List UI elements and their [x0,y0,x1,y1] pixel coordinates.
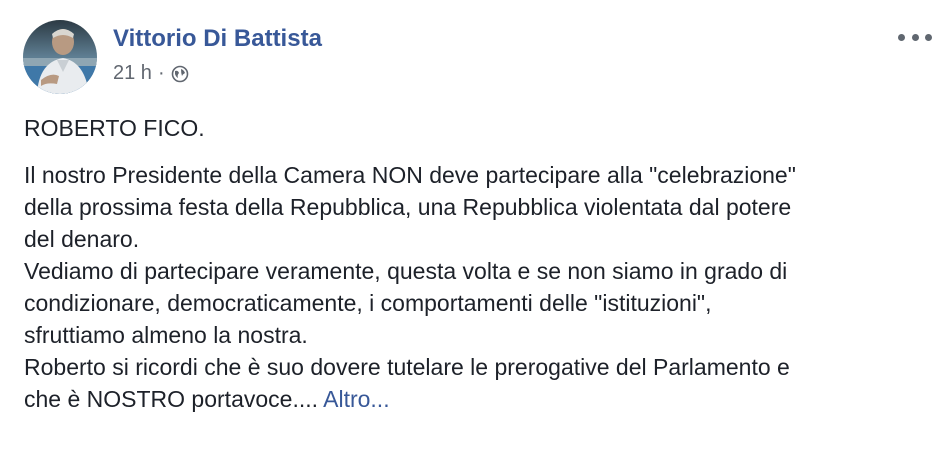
post-card: Vittorio Di Battista 21 h · ROBERTO FICO… [0,0,950,450]
author-name-link[interactable]: Vittorio Di Battista [113,25,322,53]
meta-separator: · [157,62,165,84]
post-timestamp[interactable]: 21 h [113,62,152,85]
more-options-icon[interactable] [898,28,932,46]
post-line: Roberto si ricordi che è suo dovere tute… [24,354,790,380]
profile-photo [23,20,97,94]
post-heading: ROBERTO FICO. [24,115,205,141]
avatar[interactable] [23,20,97,94]
post-body: ROBERTO FICO. Il nostro Presidente della… [24,112,929,415]
post-line: condizionare, democraticamente, i compor… [24,290,712,316]
post-meta: 21 h · [113,62,189,85]
globe-icon[interactable] [171,65,189,83]
post-line: della prossima festa della Repubblica, u… [24,194,792,220]
post-line: Vediamo di partecipare veramente, questa… [24,258,788,284]
post-line: del denaro. [24,226,140,252]
post-line: che è NOSTRO portavoce.... [24,386,324,412]
see-more-link[interactable]: Altro... [323,386,389,412]
post-line: Il nostro Presidente della Camera NON de… [24,162,796,188]
post-last-line: che è NOSTRO portavoce.... Altro... [24,383,929,415]
post-line: sfruttiamo almeno la nostra. [24,322,308,348]
